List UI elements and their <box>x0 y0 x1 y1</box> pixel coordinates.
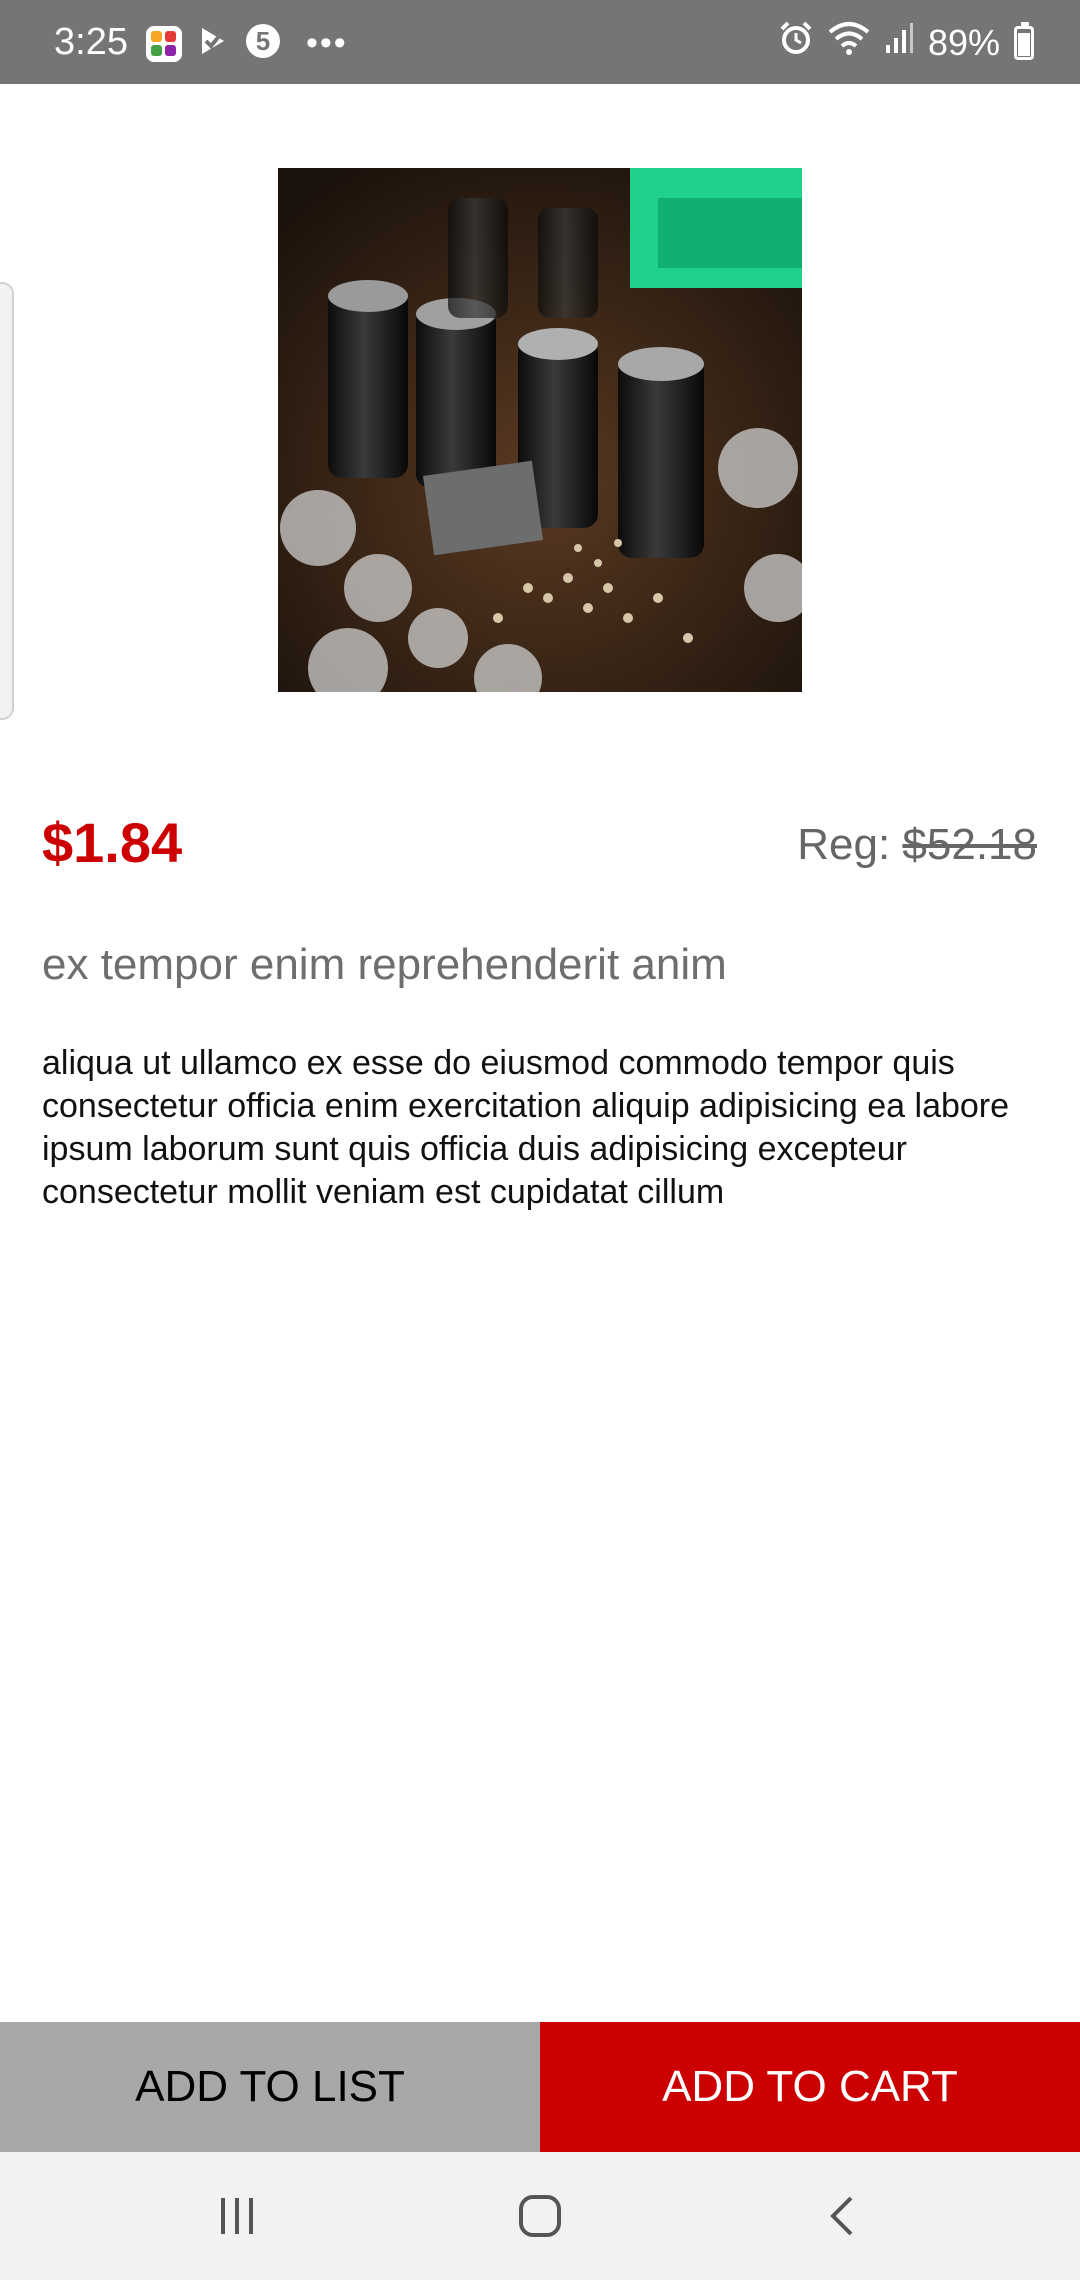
status-bar: 3:25 5 ••• 89% <box>0 0 1080 84</box>
product-title: ex tempor enim reprehenderit anim <box>42 940 727 989</box>
recent-apps-icon[interactable] <box>207 2190 267 2242</box>
more-dots-icon: ••• <box>306 24 348 62</box>
alarm-icon <box>778 20 814 65</box>
system-nav-bar <box>0 2152 1080 2280</box>
edge-panel-handle[interactable] <box>0 282 14 720</box>
product-description: aliqua ut ullamco ex esse do eiusmod com… <box>42 1044 1010 1211</box>
home-icon[interactable] <box>510 2190 570 2242</box>
add-to-cart-button[interactable]: ADD TO CART <box>540 2022 1080 2152</box>
regular-price-label: Reg: <box>797 820 891 869</box>
five-badge-icon: 5 <box>244 22 282 65</box>
circuit-board-photo <box>278 168 802 692</box>
status-system-icons: 89% <box>778 20 1034 65</box>
play-check-icon <box>196 24 230 63</box>
multi-app-icon <box>146 25 182 62</box>
add-to-list-button[interactable]: ADD TO LIST <box>0 2022 540 2152</box>
battery-charging-icon <box>1014 21 1034 60</box>
product-image <box>278 168 802 692</box>
status-time: 3:25 <box>54 21 128 63</box>
svg-text:5: 5 <box>256 26 270 56</box>
status-notification-icons: 5 ••• <box>146 22 348 65</box>
battery-percent: 89% <box>927 21 1000 63</box>
back-icon[interactable] <box>812 2190 872 2242</box>
regular-price-value: $52.18 <box>902 820 1037 869</box>
wifi-icon <box>828 20 870 65</box>
signal-icon <box>884 21 914 64</box>
sale-price: $1.84 <box>42 811 183 874</box>
regular-price: Reg: $52.18 <box>797 820 1037 870</box>
